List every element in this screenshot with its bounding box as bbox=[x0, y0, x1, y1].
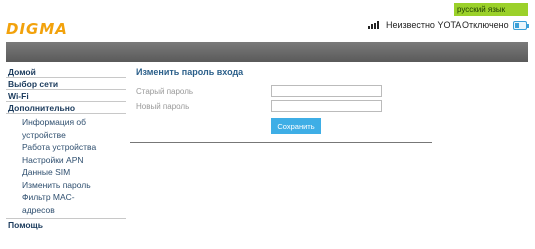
sidebar-item-advanced[interactable]: Дополнительно bbox=[6, 102, 126, 114]
sidebar-item-help[interactable]: Помощь bbox=[6, 219, 126, 231]
sidebar-item-wifi[interactable]: Wi-Fi bbox=[6, 90, 126, 102]
battery-icon bbox=[512, 20, 529, 30]
sidebar-item-network-select[interactable]: Выбор сети bbox=[6, 78, 126, 90]
main-content: Изменить пароль входа Старый пароль Новы… bbox=[130, 66, 432, 143]
digma-logo: DIGMA bbox=[6, 20, 68, 38]
old-password-label: Старый пароль bbox=[136, 87, 194, 96]
page-title: Изменить пароль входа bbox=[136, 67, 244, 77]
connection-status: Отключено bbox=[462, 20, 529, 30]
header-banner bbox=[6, 42, 528, 62]
old-password-input[interactable] bbox=[271, 85, 382, 97]
network-status: Неизвестно YOTA bbox=[368, 20, 461, 30]
sidebar-item-home[interactable]: Домой bbox=[6, 66, 126, 78]
operator-name: Неизвестно YOTA bbox=[386, 20, 462, 30]
sidebar-sub-device-info[interactable]: Информация об bbox=[6, 116, 126, 129]
new-password-row: Новый пароль bbox=[130, 100, 432, 115]
language-selector[interactable]: русский язык bbox=[454, 3, 528, 16]
save-button[interactable]: Сохранить bbox=[271, 118, 321, 134]
sidebar-sub-device-info-cont[interactable]: устройстве bbox=[6, 129, 126, 142]
sidebar-sub-mac-filter-cont[interactable]: адресов bbox=[6, 204, 126, 217]
sidebar-sub-mac-filter[interactable]: Фильтр MAC- bbox=[6, 191, 126, 204]
signal-strength-icon bbox=[368, 21, 380, 29]
sidebar-sub-change-password[interactable]: Изменить пароль bbox=[6, 179, 126, 192]
old-password-row: Старый пароль bbox=[130, 85, 432, 100]
sidebar-sub-sim-data[interactable]: Данные SIM bbox=[6, 166, 126, 179]
new-password-label: Новый пароль bbox=[136, 102, 190, 111]
sidebar-submenu: Информация об устройстве Работа устройст… bbox=[6, 114, 126, 219]
sidebar-sub-apn-settings[interactable]: Настройки APN bbox=[6, 154, 126, 167]
connection-status-text: Отключено bbox=[462, 20, 509, 30]
content-divider bbox=[130, 142, 432, 143]
sidebar-sub-device-operation[interactable]: Работа устройства bbox=[6, 141, 126, 154]
sidebar-nav: Домой Выбор сети Wi-Fi Дополнительно Инф… bbox=[6, 66, 126, 231]
new-password-input[interactable] bbox=[271, 100, 382, 112]
